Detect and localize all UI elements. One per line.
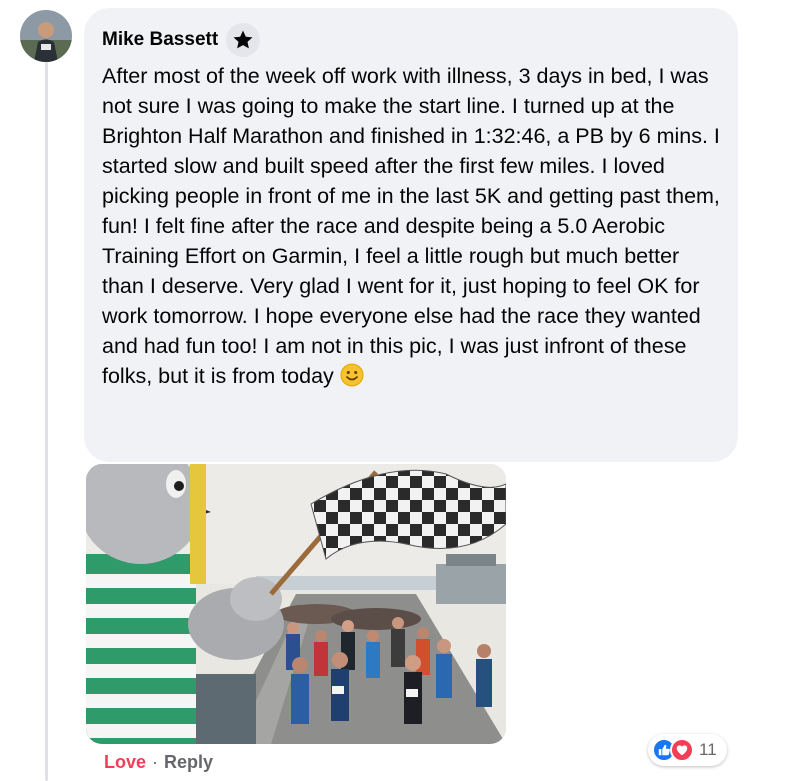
love-icon bbox=[670, 738, 694, 762]
race-photo-image bbox=[86, 464, 506, 744]
comment-bubble: Mike Bassett After most of the week off … bbox=[84, 8, 738, 462]
comment-actions: Love · Reply bbox=[104, 752, 213, 773]
author-row: Mike Bassett bbox=[102, 23, 720, 57]
star-icon bbox=[233, 30, 253, 49]
avatar[interactable] bbox=[20, 10, 72, 62]
comment-body: After most of the week off work with ill… bbox=[102, 61, 720, 391]
attached-photo[interactable] bbox=[86, 464, 506, 744]
reactions-summary[interactable]: 11 bbox=[648, 734, 727, 766]
love-reaction-button[interactable]: Love bbox=[104, 752, 146, 773]
comment-text: After most of the week off work with ill… bbox=[102, 64, 726, 388]
thread-line bbox=[45, 62, 48, 781]
smiley-emoji-icon bbox=[340, 363, 364, 387]
reply-button[interactable]: Reply bbox=[164, 752, 213, 773]
author-name[interactable]: Mike Bassett bbox=[102, 29, 218, 51]
top-fan-badge[interactable] bbox=[226, 23, 261, 57]
reaction-count: 11 bbox=[699, 740, 717, 759]
comment-thread: Mike Bassett After most of the week off … bbox=[0, 0, 800, 781]
action-separator: · bbox=[152, 752, 159, 772]
